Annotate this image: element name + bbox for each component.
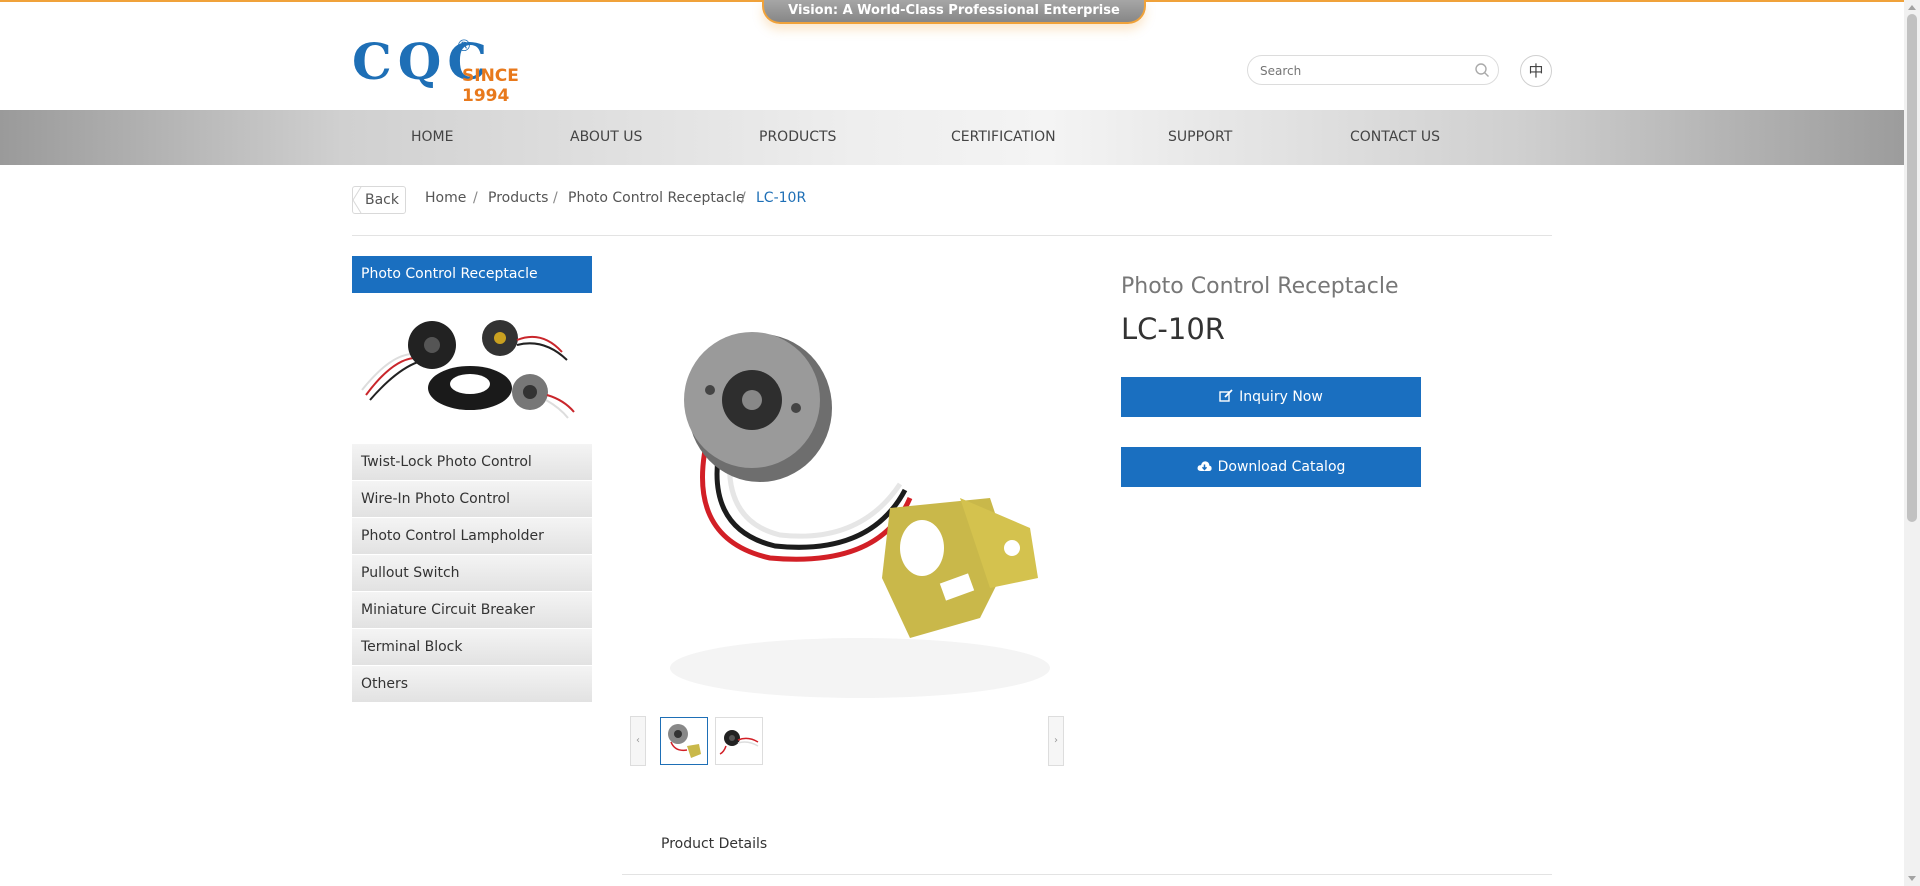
scroll-thumb[interactable] <box>1907 14 1917 522</box>
breadcrumb-separator: / <box>553 190 558 206</box>
download-catalog-label: Download Catalog <box>1217 459 1346 475</box>
nav-about-us[interactable]: ABOUT US <box>570 110 642 165</box>
search-box <box>1247 55 1499 85</box>
sidebar-item-wire-in[interactable]: Wire-In Photo Control <box>352 481 592 517</box>
inquiry-now-label: Inquiry Now <box>1239 389 1323 405</box>
thumbnail-receptacle-icon <box>668 724 701 758</box>
breadcrumb-separator: / <box>741 190 746 206</box>
sidebar-item-circuit-breaker[interactable]: Miniature Circuit Breaker <box>352 592 592 628</box>
search-input[interactable] <box>1258 61 1462 81</box>
scroll-up-arrow[interactable] <box>1908 5 1916 10</box>
download-catalog-button[interactable]: Download Catalog <box>1121 447 1421 487</box>
thumbnail-strip: ‹ › <box>630 716 1064 768</box>
product-model: LC-10R <box>1121 312 1225 346</box>
back-arrow-icon <box>352 186 362 214</box>
nav-products[interactable]: PRODUCTS <box>759 110 836 165</box>
back-button[interactable]: Back <box>352 186 406 214</box>
nav-contact-us[interactable]: CONTACT US <box>1350 110 1440 165</box>
sidebar-title[interactable]: Photo Control Receptacle <box>352 256 592 293</box>
logo-since: SINCE 1994 <box>462 66 519 106</box>
breadcrumb-products[interactable]: Products <box>488 190 548 206</box>
nav-support[interactable]: SUPPORT <box>1168 110 1232 165</box>
inquiry-now-button[interactable]: Inquiry Now <box>1121 377 1421 417</box>
language-switch-button[interactable]: 中 <box>1520 55 1552 87</box>
site-logo[interactable]: CQC ® SINCE 1994 <box>352 34 552 107</box>
sidebar-item-twist-lock[interactable]: Twist-Lock Photo Control <box>352 444 592 480</box>
main-nav: HOME ABOUT US PRODUCTS CERTIFICATION SUP… <box>0 110 1904 165</box>
breadcrumb-separator: / <box>473 190 478 206</box>
breadcrumb-current: LC-10R <box>756 190 807 206</box>
thumbnail-image[interactable] <box>715 717 763 765</box>
breadcrumb-home[interactable]: Home <box>425 190 466 206</box>
thumbnail-image[interactable] <box>660 717 708 765</box>
nav-certification[interactable]: CERTIFICATION <box>951 110 1056 165</box>
sidebar-item-terminal-block[interactable]: Terminal Block <box>352 629 592 665</box>
breadcrumb-divider <box>352 235 1552 236</box>
sidebar-item-others[interactable]: Others <box>352 666 592 702</box>
nav-home[interactable]: HOME <box>411 110 453 165</box>
breadcrumb-category[interactable]: Photo Control Receptacle <box>568 190 745 206</box>
thumbnail-next-arrow[interactable]: › <box>1048 716 1064 766</box>
edit-icon <box>1219 389 1233 402</box>
details-divider <box>622 874 1552 875</box>
back-label: Back <box>365 192 399 208</box>
sidebar-item-lampholder[interactable]: Photo Control Lampholder <box>352 518 592 554</box>
tab-product-details[interactable]: Product Details <box>661 836 767 852</box>
product-category: Photo Control Receptacle <box>1121 274 1399 299</box>
logo-registered-mark: ® <box>456 36 472 55</box>
cloud-download-icon <box>1197 461 1212 471</box>
scroll-down-arrow[interactable] <box>1908 876 1916 881</box>
sidebar-category-image <box>361 320 575 419</box>
vision-banner: Vision: A World-Class Professional Enter… <box>762 0 1146 24</box>
page-scrollbar[interactable] <box>1904 0 1920 886</box>
sidebar-item-pullout-switch[interactable]: Pullout Switch <box>352 555 592 591</box>
search-icon[interactable] <box>1474 62 1490 78</box>
product-main-image <box>670 332 1050 698</box>
thumbnail-wired-icon <box>719 730 759 755</box>
thumbnail-prev-arrow[interactable]: ‹ <box>630 716 646 766</box>
